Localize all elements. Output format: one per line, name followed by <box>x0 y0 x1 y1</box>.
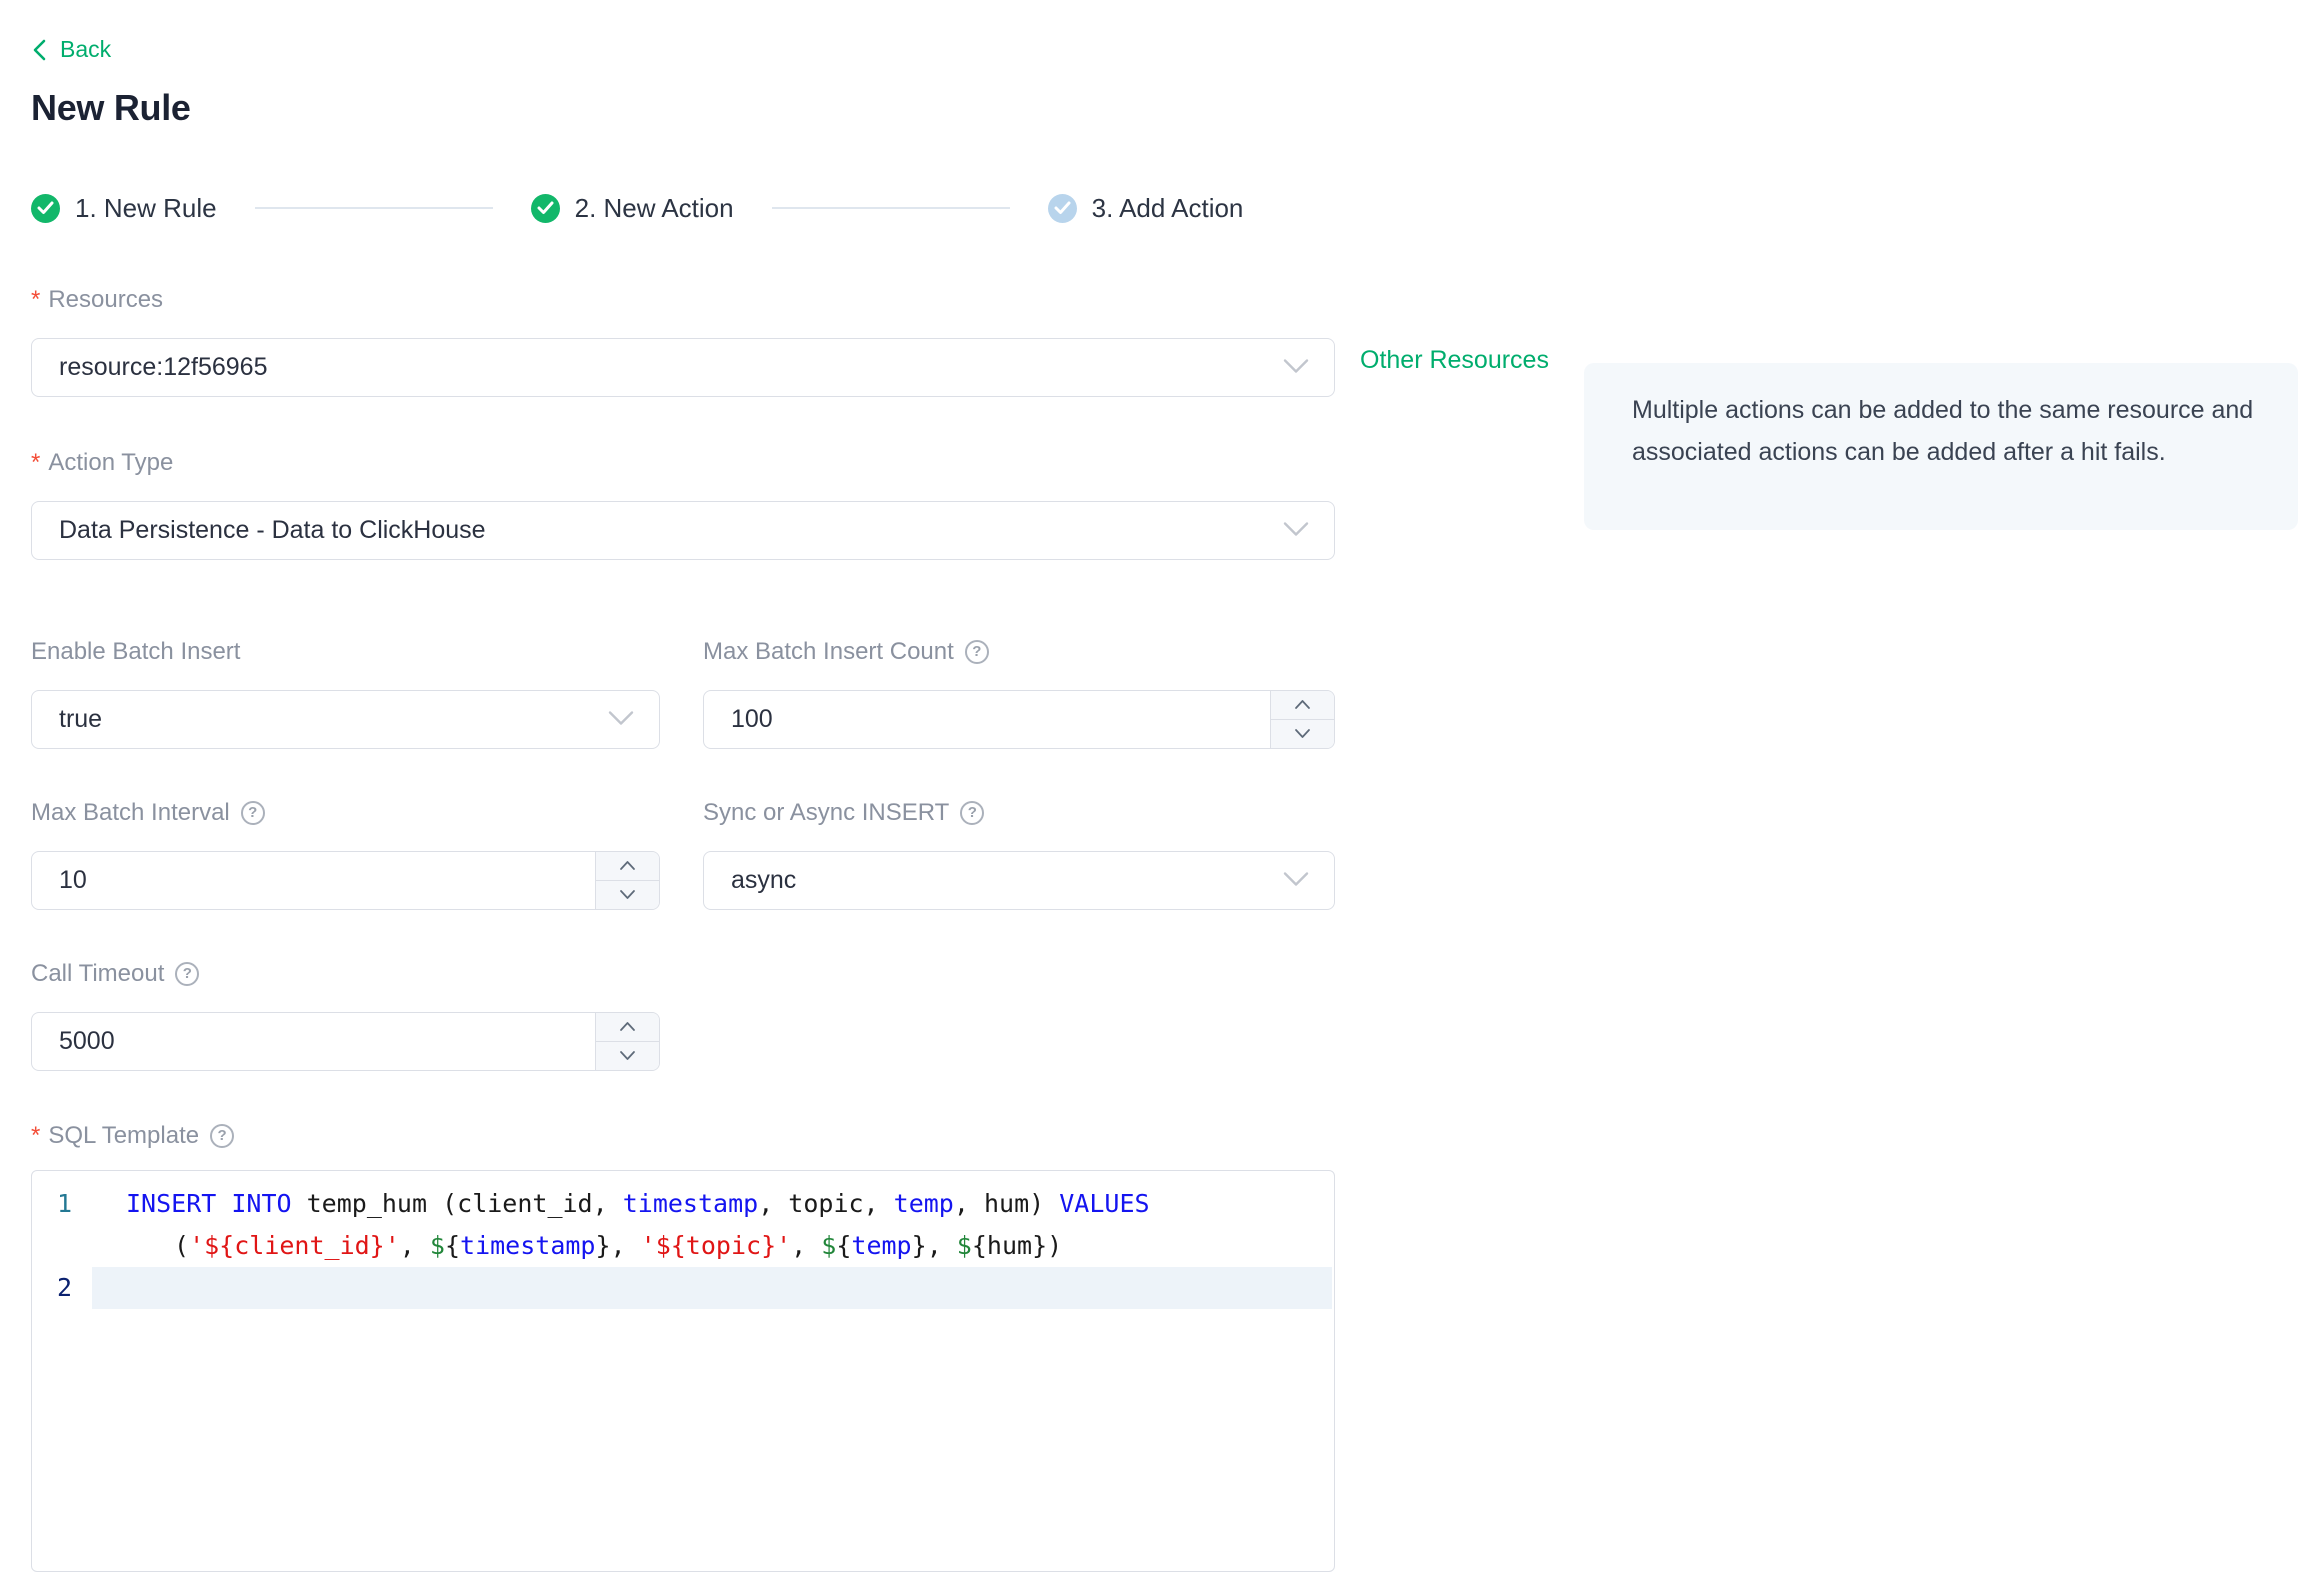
action-type-value: Data Persistence - Data to ClickHouse <box>59 515 486 544</box>
max-batch-interval-label: Max Batch Interval ? <box>31 799 660 827</box>
sync-async-insert-label: Sync or Async INSERT ? <box>703 799 1335 827</box>
enable-batch-insert-label: Enable Batch Insert <box>31 637 241 665</box>
stepper-down-button[interactable] <box>596 880 659 909</box>
line-number: 2 <box>56 1272 72 1302</box>
step-new-action[interactable]: 2. New Action <box>530 192 734 224</box>
stepper-up-button[interactable] <box>596 1012 659 1042</box>
sql-code-text: ('${client_id}', ${timestamp}, '${topic}… <box>174 1230 1063 1260</box>
call-timeout-label: Call Timeout ? <box>31 960 660 988</box>
stepper-up-button[interactable] <box>1271 690 1334 720</box>
chevron-down-icon <box>1283 866 1309 895</box>
stepper-down-button[interactable] <box>1271 719 1334 748</box>
step-label: 2. New Action <box>574 192 734 223</box>
back-label: Back <box>60 36 112 62</box>
wizard-steps: 1. New Rule 2. New Action 3. Add Action <box>31 193 2310 224</box>
sql-editor[interactable]: 1 INSERT INTO temp_hum (client_id, timest… <box>31 1169 1335 1572</box>
sql-template-label: * SQL Template ? <box>31 1122 2310 1150</box>
stepper-down-button[interactable] <box>596 1041 659 1070</box>
sql-code-row[interactable]: 1 INSERT INTO temp_hum (client_id, timest… <box>32 1183 1334 1225</box>
number-stepper <box>595 1012 659 1070</box>
help-icon[interactable]: ? <box>960 800 985 825</box>
line-number: 1 <box>56 1188 72 1218</box>
resources-label: * Resources <box>31 285 164 313</box>
step-add-action[interactable]: 3. Add Action <box>1047 192 1244 224</box>
max-batch-insert-count-label: Max Batch Insert Count ? <box>703 638 1335 666</box>
step-label: 1. New Rule <box>75 192 217 223</box>
action-type-select[interactable]: Data Persistence - Data to ClickHouse <box>31 500 1335 560</box>
chevron-down-icon <box>1283 516 1309 545</box>
max-batch-interval-field <box>31 850 660 910</box>
sql-code-row[interactable]: ('${client_id}', ${timestamp}, '${topic}… <box>32 1225 1334 1267</box>
sync-async-insert-value: async <box>731 865 797 894</box>
number-stepper <box>595 851 659 909</box>
sql-code-text <box>92 1266 1332 1309</box>
max-batch-interval-input[interactable] <box>59 865 581 895</box>
step-new-rule[interactable]: 1. New Rule <box>31 193 217 224</box>
step-connector <box>771 207 1010 209</box>
page-title: New Rule <box>31 86 191 128</box>
resources-select[interactable]: resource:12f56965 <box>31 337 1335 397</box>
max-batch-insert-count-field <box>703 689 1335 749</box>
max-batch-insert-count-input[interactable] <box>731 704 1256 734</box>
sql-code-text: INSERT INTO temp_hum (client_id, timesta… <box>126 1188 1150 1218</box>
stepper-up-button[interactable] <box>596 851 659 881</box>
line-number <box>32 1225 92 1267</box>
required-asterisk: * <box>31 1121 41 1149</box>
step-check-icon <box>31 193 60 223</box>
step-connector <box>254 207 493 209</box>
enable-batch-insert-value: true <box>59 704 103 733</box>
step-label: 3. Add Action <box>1091 192 1244 223</box>
other-resources-link[interactable]: Other Resources <box>1360 346 1549 375</box>
help-icon[interactable]: ? <box>175 961 200 986</box>
chevron-left-icon <box>31 38 48 62</box>
step-check-icon <box>1047 193 1077 223</box>
chevron-down-icon <box>1283 353 1309 382</box>
help-icon[interactable]: ? <box>240 800 265 825</box>
call-timeout-input[interactable] <box>59 1026 581 1056</box>
required-asterisk: * <box>31 285 41 313</box>
sql-code-row[interactable]: 2 <box>32 1266 1334 1309</box>
back-button[interactable]: Back <box>31 36 111 63</box>
required-asterisk: * <box>31 448 41 476</box>
call-timeout-field <box>31 1011 660 1071</box>
number-stepper <box>1270 690 1334 748</box>
help-icon[interactable]: ? <box>210 1123 235 1148</box>
help-icon[interactable]: ? <box>964 639 989 664</box>
step-check-icon <box>530 193 560 223</box>
resources-value: resource:12f56965 <box>59 352 268 381</box>
info-note: Multiple actions can be added to the sam… <box>1584 363 2298 530</box>
new-rule-page: Back New Rule 1. New Rule 2. New Action … <box>0 0 2310 1572</box>
sync-async-insert-select[interactable]: async <box>703 850 1335 910</box>
enable-batch-insert-select[interactable]: true <box>31 689 660 749</box>
chevron-down-icon <box>608 705 634 734</box>
